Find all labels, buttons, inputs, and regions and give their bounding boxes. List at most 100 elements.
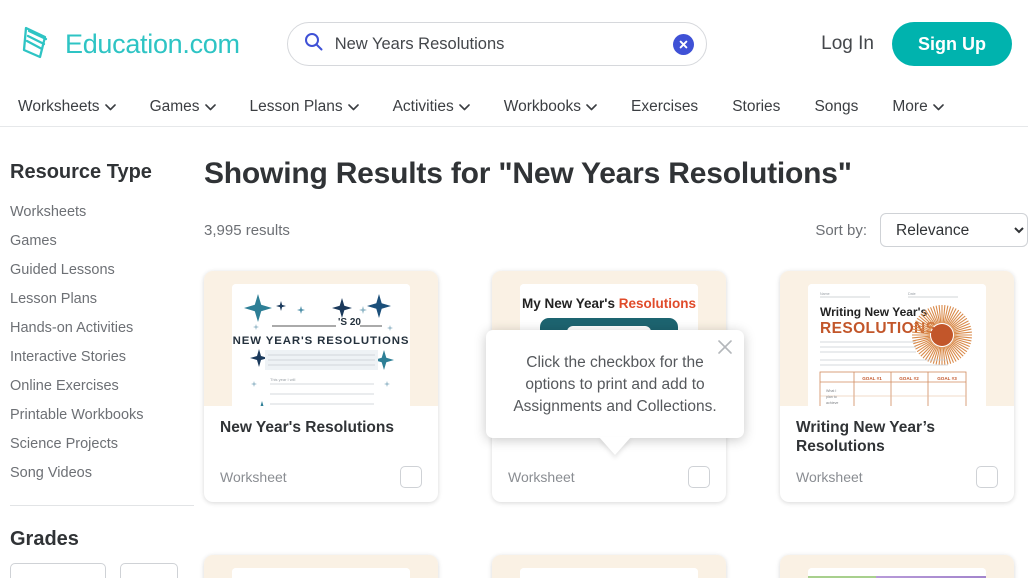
nav-item-label: Lesson Plans: [249, 98, 343, 115]
card-resource-type: Worksheet: [220, 469, 287, 485]
svg-text:Writing New Year's: Writing New Year's: [820, 305, 927, 319]
nav-item-label: Activities: [392, 98, 454, 115]
login-link[interactable]: Log In: [821, 33, 874, 55]
card-footer: Worksheet: [220, 466, 422, 488]
tooltip-text: Click the checkbox for the options to pr…: [513, 354, 717, 415]
grades-controls: [10, 563, 204, 578]
result-card[interactable]: 'S 20 NEW YEAR'S RESOLUTIONS This year I…: [204, 271, 438, 502]
search-icon: [304, 32, 323, 56]
sidebar-item-lesson-plans[interactable]: Lesson Plans: [10, 285, 204, 314]
card-select-checkbox[interactable]: [688, 466, 710, 488]
page-title: Showing Results for "New Years Resolutio…: [204, 157, 852, 190]
search-bar[interactable]: [286, 22, 707, 66]
results-count: 3,995 results: [204, 221, 290, 239]
sidebar-item-games[interactable]: Games: [10, 227, 204, 256]
page-body: Resource Type Worksheets Games Guided Less…: [0, 127, 1028, 578]
card-body: New Year's Resolutions Worksheet: [204, 406, 438, 502]
svg-text:My New Year's Resolutions: My New Year's Resolutions: [522, 296, 696, 311]
result-card[interactable]: Creative: [780, 555, 1014, 578]
card-thumbnail: Name Date Writing New Year's RESOLUTIONS…: [780, 271, 1014, 406]
svg-text:NEW YEAR'S RESOLUTIONS: NEW YEAR'S RESOLUTIONS: [233, 335, 410, 347]
nav-item-exercises[interactable]: Exercises: [631, 98, 698, 116]
sort-label: Sort by:: [815, 221, 867, 239]
nav-item-label: Workbooks: [503, 98, 581, 115]
card-body: Writing New Year’s Resolutions Worksheet: [780, 406, 1014, 502]
card-resource-type: Worksheet: [508, 469, 575, 485]
svg-text:This year I will: This year I will: [270, 377, 295, 382]
grade-from-select[interactable]: [10, 563, 106, 578]
card-footer: Worksheet: [508, 466, 710, 488]
svg-text:achieve: achieve: [826, 401, 838, 405]
checkbox-hint-tooltip: Click the checkbox for the options to pr…: [486, 330, 744, 455]
card-thumbnail: [492, 555, 726, 578]
svg-text:Date: Date: [908, 292, 916, 296]
search-results-main: Showing Results for "New Years Resolutio…: [204, 127, 1028, 578]
nav-item-games[interactable]: Games: [150, 98, 216, 116]
nav-item-label: Worksheets: [18, 98, 100, 115]
site-header: Education.com Log In Sign Up: [0, 0, 1028, 88]
sidebar-item-printable-workbooks[interactable]: Printable Workbooks: [10, 401, 204, 430]
signup-button[interactable]: Sign Up: [892, 22, 1012, 66]
tooltip-arrow-icon: [599, 437, 631, 455]
chevron-down-icon: [586, 103, 597, 111]
header-actions: Log In Sign Up: [821, 22, 1012, 66]
pencil-paper-logo-icon: [18, 23, 60, 65]
nav-item-label: Games: [149, 98, 200, 115]
nav-item-worksheets[interactable]: Worksheets: [18, 98, 116, 116]
sidebar-item-song-videos[interactable]: Song Videos: [10, 459, 204, 488]
grade-to-select[interactable]: [120, 563, 178, 578]
nav-item-activities[interactable]: Activities: [393, 98, 470, 116]
thumbnail-preview: 'S 20 NEW YEAR'S RESOLUTIONS This year I…: [232, 284, 410, 406]
card-select-checkbox[interactable]: [976, 466, 998, 488]
chevron-down-icon: [204, 103, 216, 111]
search-input[interactable]: [334, 34, 673, 54]
sidebar-item-interactive-stories[interactable]: Interactive Stories: [10, 343, 204, 372]
chevron-down-icon: [104, 103, 116, 111]
result-card[interactable]: New Year's Ball Drop Coloring Page Every…: [204, 555, 438, 578]
card-thumbnail: New Year's Ball Drop Coloring Page Every…: [204, 555, 438, 578]
nav-item-label: Songs: [814, 98, 859, 115]
nav-item-more[interactable]: More: [892, 98, 944, 116]
sort-select[interactable]: Relevance: [880, 213, 1028, 247]
resource-type-heading: Resource Type: [10, 161, 152, 183]
svg-text:GOAL #3: GOAL #3: [937, 376, 957, 381]
nav-item-lesson-plans[interactable]: Lesson Plans: [250, 98, 359, 116]
card-resource-type: Worksheet: [796, 469, 863, 485]
clear-circle-x-icon[interactable]: [672, 33, 694, 55]
card-select-checkbox[interactable]: [400, 466, 422, 488]
chevron-down-icon: [932, 103, 944, 111]
sidebar-item-worksheets[interactable]: Worksheets: [10, 198, 204, 227]
svg-text:Name: Name: [820, 292, 830, 296]
card-footer: Worksheet: [796, 466, 998, 488]
svg-text:What I: What I: [826, 389, 836, 393]
sidebar-divider: [10, 505, 194, 506]
site-logo[interactable]: Education.com: [18, 23, 240, 65]
sidebar-item-online-exercises[interactable]: Online Exercises: [10, 372, 204, 401]
thumbnail-preview: [520, 568, 698, 578]
chevron-down-icon: [347, 103, 359, 111]
nav-item-stories[interactable]: Stories: [732, 98, 780, 116]
sidebar-item-guided-lessons[interactable]: Guided Lessons: [10, 256, 204, 285]
close-icon[interactable]: [717, 339, 733, 355]
results-toolbar: 3,995 results Sort by: Relevance: [204, 213, 1028, 247]
primary-nav: Worksheets Games Lesson Plans Activities…: [0, 88, 1028, 127]
grades-heading: Grades: [10, 528, 79, 550]
svg-text:GOAL #1: GOAL #1: [862, 376, 882, 381]
result-card[interactable]: Name Date Writing New Year's RESOLUTIONS…: [780, 271, 1014, 502]
sort-control: Sort by: Relevance: [815, 213, 1028, 247]
nav-item-songs[interactable]: Songs: [814, 98, 858, 116]
thumbnail-preview: Name Date Writing New Year's RESOLUTIONS…: [808, 284, 986, 406]
card-thumbnail: Creative: [780, 555, 1014, 578]
chevron-down-icon: [458, 103, 470, 111]
nav-item-label: More: [892, 98, 928, 115]
filters-sidebar: Resource Type Worksheets Games Guided Less…: [0, 127, 204, 578]
logo-wordmark: Education.com: [65, 28, 240, 59]
card-thumbnail: 'S 20 NEW YEAR'S RESOLUTIONS This year I…: [204, 271, 438, 406]
sidebar-item-hands-on-activities[interactable]: Hands-on Activities: [10, 314, 204, 343]
sidebar-item-science-projects[interactable]: Science Projects: [10, 430, 204, 459]
nav-item-workbooks[interactable]: Workbooks: [504, 98, 597, 116]
svg-text:'S 20: 'S 20: [338, 317, 361, 328]
card-title: New Year's Resolutions: [220, 419, 394, 436]
nav-item-label: Stories: [732, 98, 781, 115]
result-card[interactable]: [492, 555, 726, 578]
